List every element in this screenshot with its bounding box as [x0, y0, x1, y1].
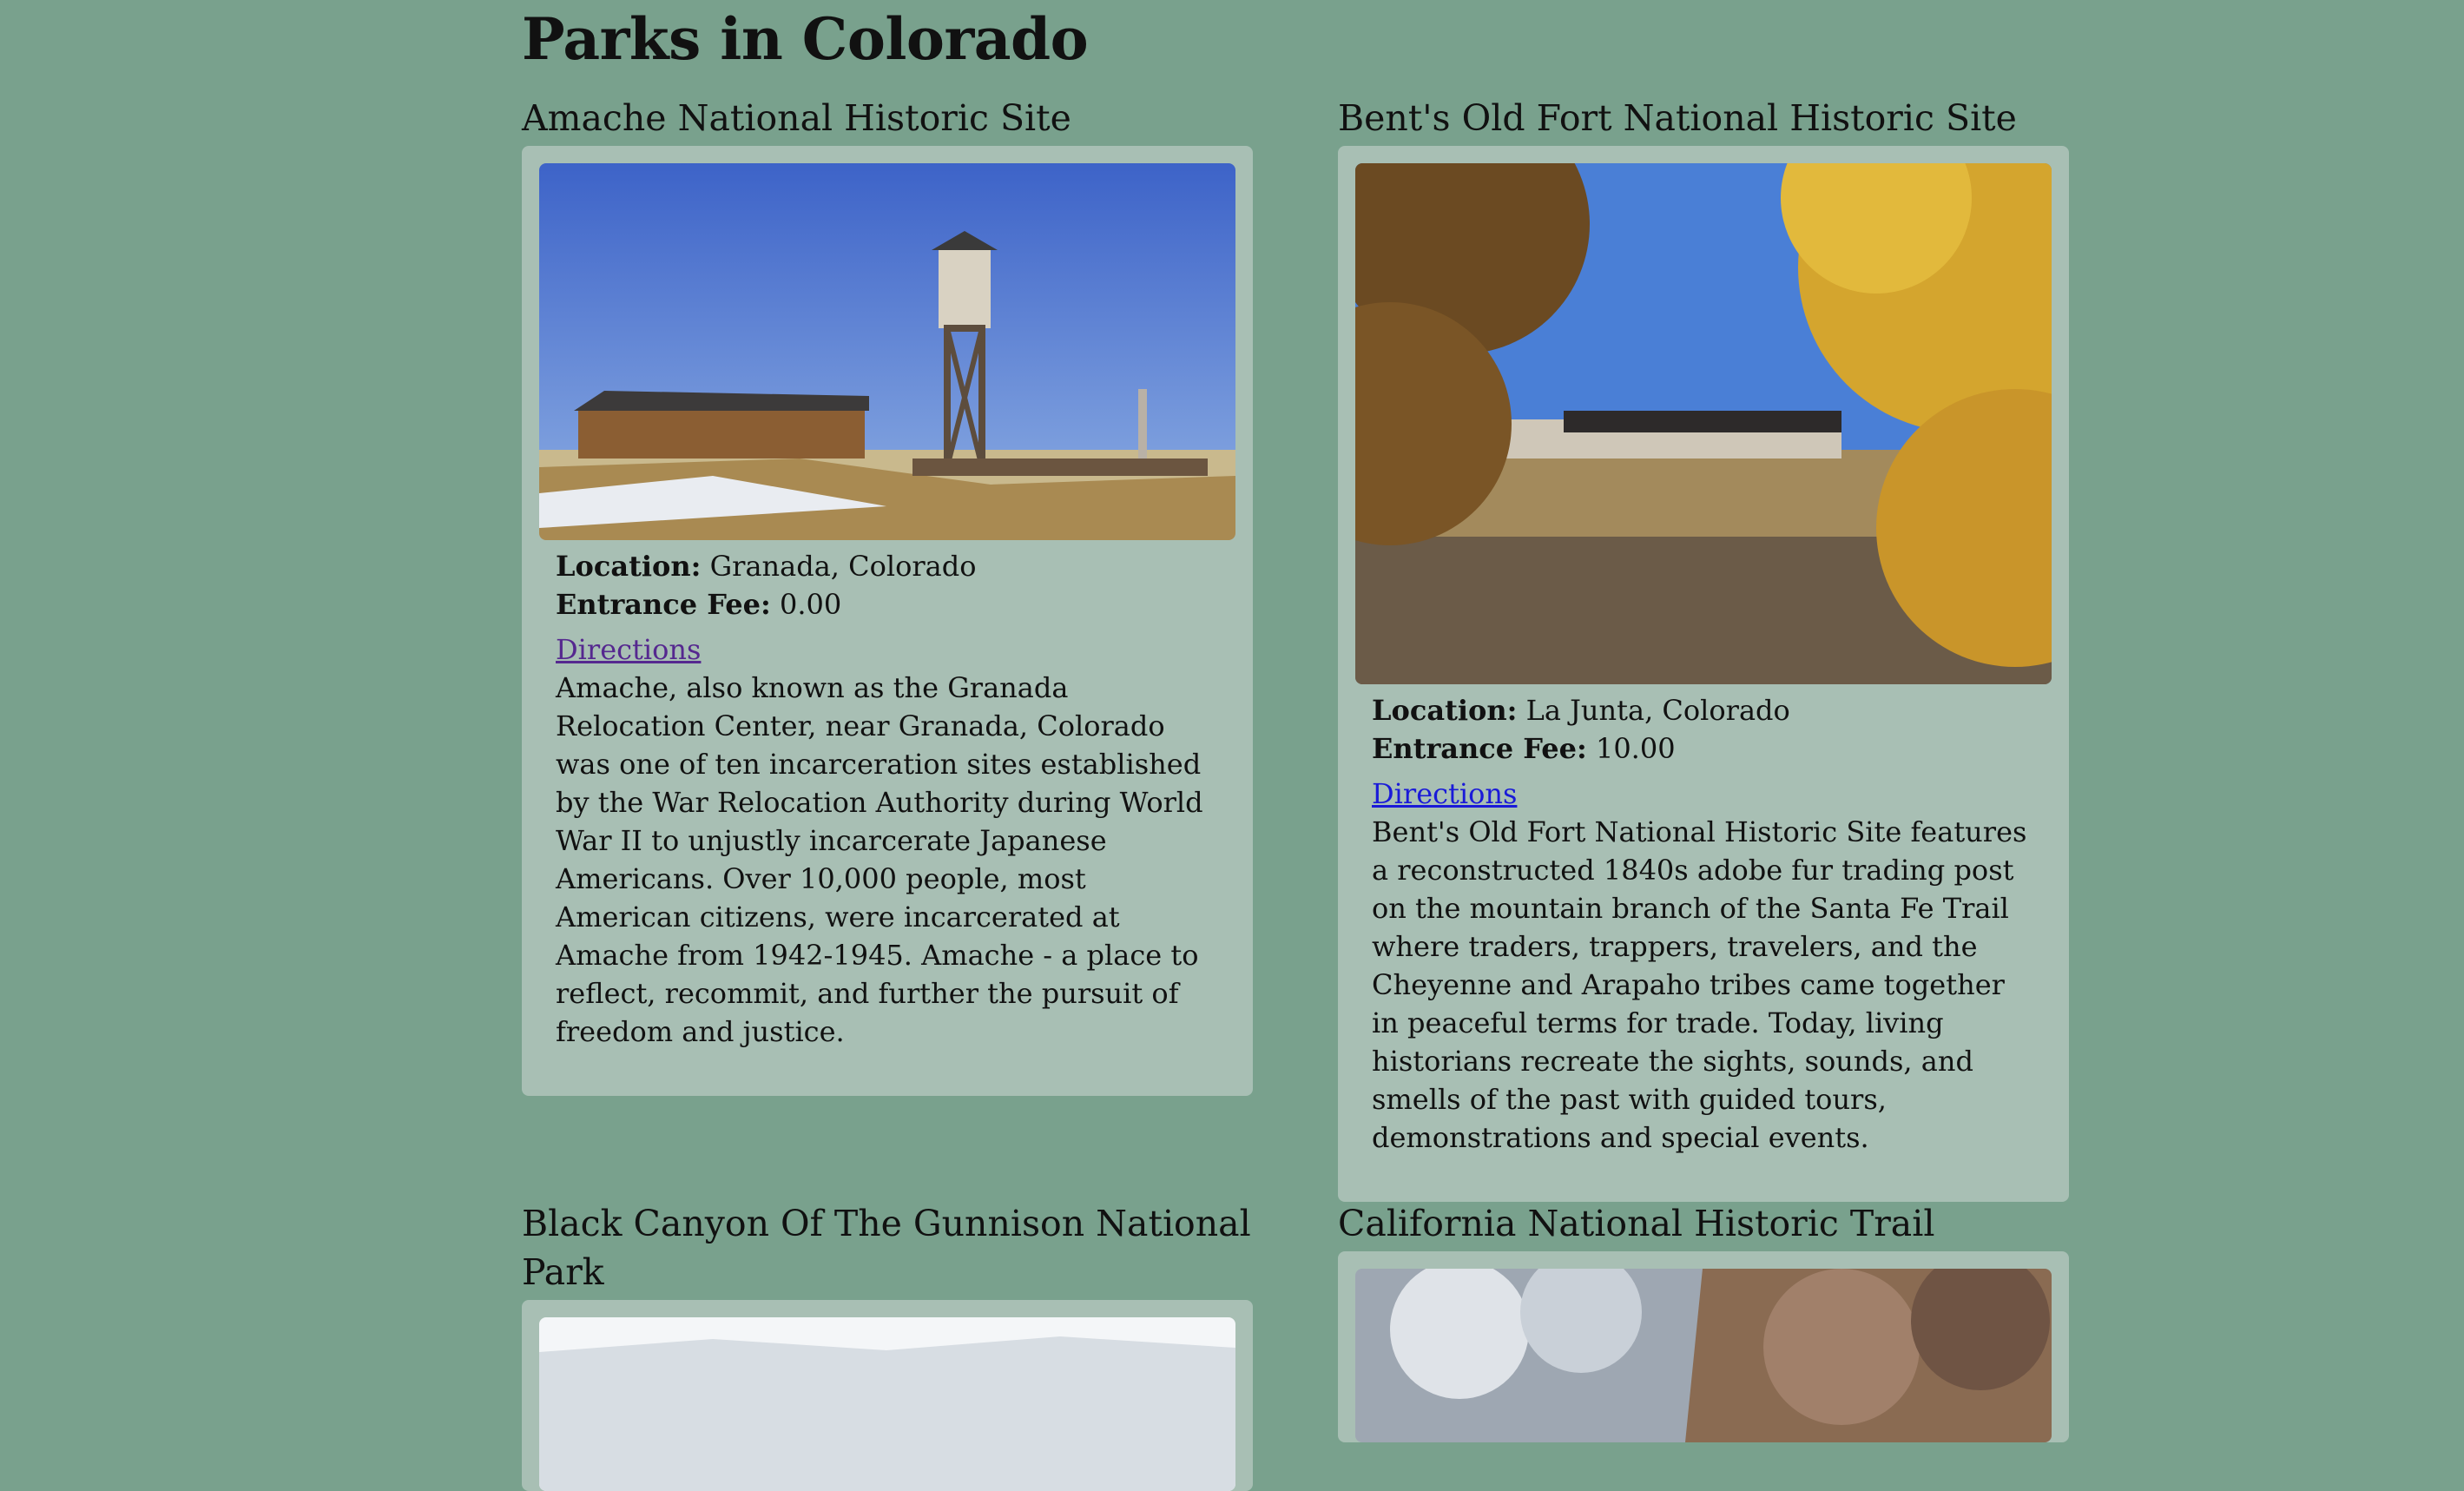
fee-value: 10.00: [1595, 732, 1676, 765]
fee-row: Entrance Fee: 0.00: [556, 585, 1219, 623]
directions-link[interactable]: Directions: [556, 630, 701, 669]
page-title: Parks in Colorado: [522, 5, 1089, 73]
fee-label: Entrance Fee:: [556, 588, 771, 621]
location-row: Location: Granada, Colorado: [556, 547, 1219, 585]
park-name: California National Historic Trail: [1338, 1203, 1935, 1244]
park-name: Amache National Historic Site: [522, 97, 1071, 139]
park-card-body: [522, 1300, 1253, 1491]
fee-label: Entrance Fee:: [1372, 732, 1587, 765]
location-row: Location: La Junta, Colorado: [1372, 691, 2035, 729]
park-card-bents-old-fort: Bent's Old Fort National Historic Site L…: [1338, 94, 2069, 1202]
park-name: Bent's Old Fort National Historic Site: [1338, 97, 2017, 139]
fee-value: 0.00: [779, 588, 842, 621]
park-info: Location: La Junta, Colorado Entrance Fe…: [1355, 684, 2052, 1157]
location-label: Location:: [1372, 694, 1518, 727]
park-card-amache: Amache National Historic Site Location: …: [522, 94, 1253, 1096]
park-card-body: [1338, 1251, 2069, 1442]
park-photo: [1355, 163, 2052, 684]
location-label: Location:: [556, 550, 702, 583]
park-card-california-trail: California National Historic Trail: [1338, 1199, 2069, 1442]
directions-link[interactable]: Directions: [1372, 775, 1517, 813]
park-photo: [1355, 1269, 2052, 1442]
park-name: Black Canyon Of The Gunnison National Pa…: [522, 1203, 1251, 1293]
park-description: Amache, also known as the Granada Reloca…: [556, 671, 1203, 1048]
park-card-body: Location: La Junta, Colorado Entrance Fe…: [1338, 146, 2069, 1202]
fee-row: Entrance Fee: 10.00: [1372, 729, 2035, 768]
park-info: Location: Granada, Colorado Entrance Fee…: [539, 540, 1235, 1051]
park-photo: [539, 1317, 1235, 1491]
park-photo: [539, 163, 1235, 540]
park-card-body: Location: Granada, Colorado Entrance Fee…: [522, 146, 1253, 1096]
park-description: Bent's Old Fort National Historic Site f…: [1372, 815, 2027, 1154]
location-value: Granada, Colorado: [709, 550, 977, 583]
location-value: La Junta, Colorado: [1525, 694, 1790, 727]
park-card-black-canyon: Black Canyon Of The Gunnison National Pa…: [522, 1199, 1253, 1491]
